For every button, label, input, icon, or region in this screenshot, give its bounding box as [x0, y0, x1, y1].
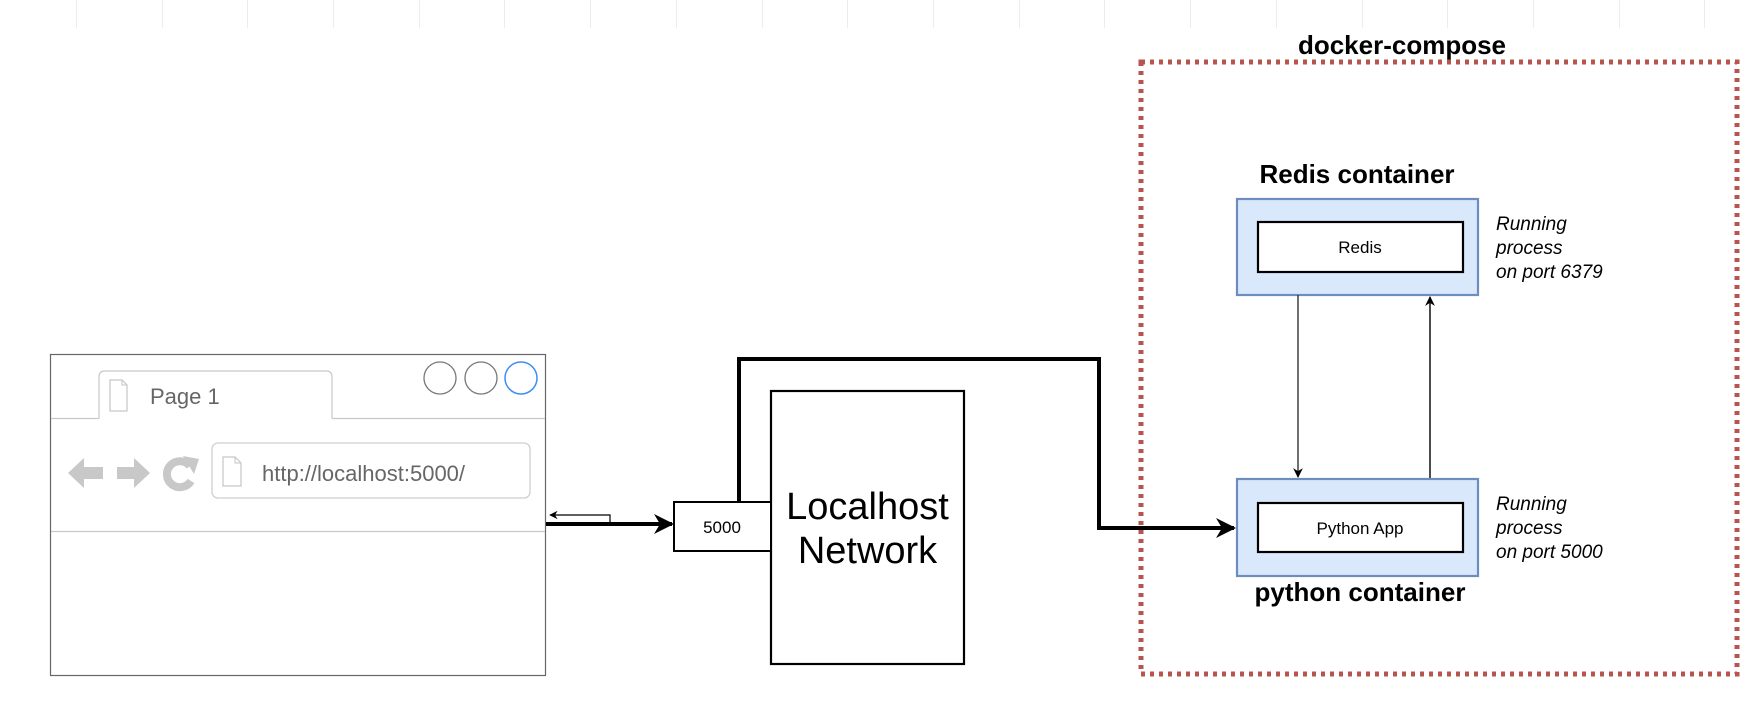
close-icon[interactable] [504, 361, 538, 395]
page-icon [109, 379, 128, 412]
redis-container: Redis container Redis Running process on… [1235, 159, 1603, 297]
python-container: Python App python container Running proc… [1235, 477, 1603, 607]
tab-label: Page 1 [150, 384, 220, 409]
python-note-line1: Running [1496, 494, 1567, 515]
response-arrow [549, 510, 611, 522]
port-5000-box: 5000 [673, 501, 772, 552]
localhost-network-label-line1: Localhost [786, 486, 949, 528]
port-label: 5000 [703, 518, 741, 537]
diagram-canvas: Page 1 http://localhost:5000/ Localhost … [49, 0, 1740, 677]
redis-container-title: Redis container [1259, 159, 1454, 189]
maximize-icon[interactable] [464, 361, 498, 395]
background-grid [76, 0, 1705, 28]
page-icon [222, 456, 242, 487]
python-note-line2: process [1495, 518, 1563, 539]
browser-window[interactable]: Page 1 http://localhost:5000/ [49, 353, 547, 677]
redis-note-line2: process [1495, 238, 1563, 259]
url-text: http://localhost:5000/ [262, 461, 466, 486]
localhost-network: Localhost Network [769, 389, 966, 666]
python-container-title: python container [1255, 577, 1466, 607]
redis-process-label: Redis [1338, 238, 1381, 257]
localhost-network-label-line2: Network [798, 530, 938, 572]
redis-note-line1: Running [1496, 214, 1567, 235]
python-note-line3: on port 5000 [1496, 542, 1603, 563]
docker-compose-title: docker-compose [1298, 30, 1506, 60]
minimize-icon[interactable] [423, 361, 457, 395]
redis-note-line3: on port 6379 [1496, 262, 1603, 283]
url-bar[interactable]: http://localhost:5000/ [211, 442, 531, 499]
browser-tab[interactable]: Page 1 [98, 370, 333, 419]
python-process-label: Python App [1317, 519, 1404, 538]
